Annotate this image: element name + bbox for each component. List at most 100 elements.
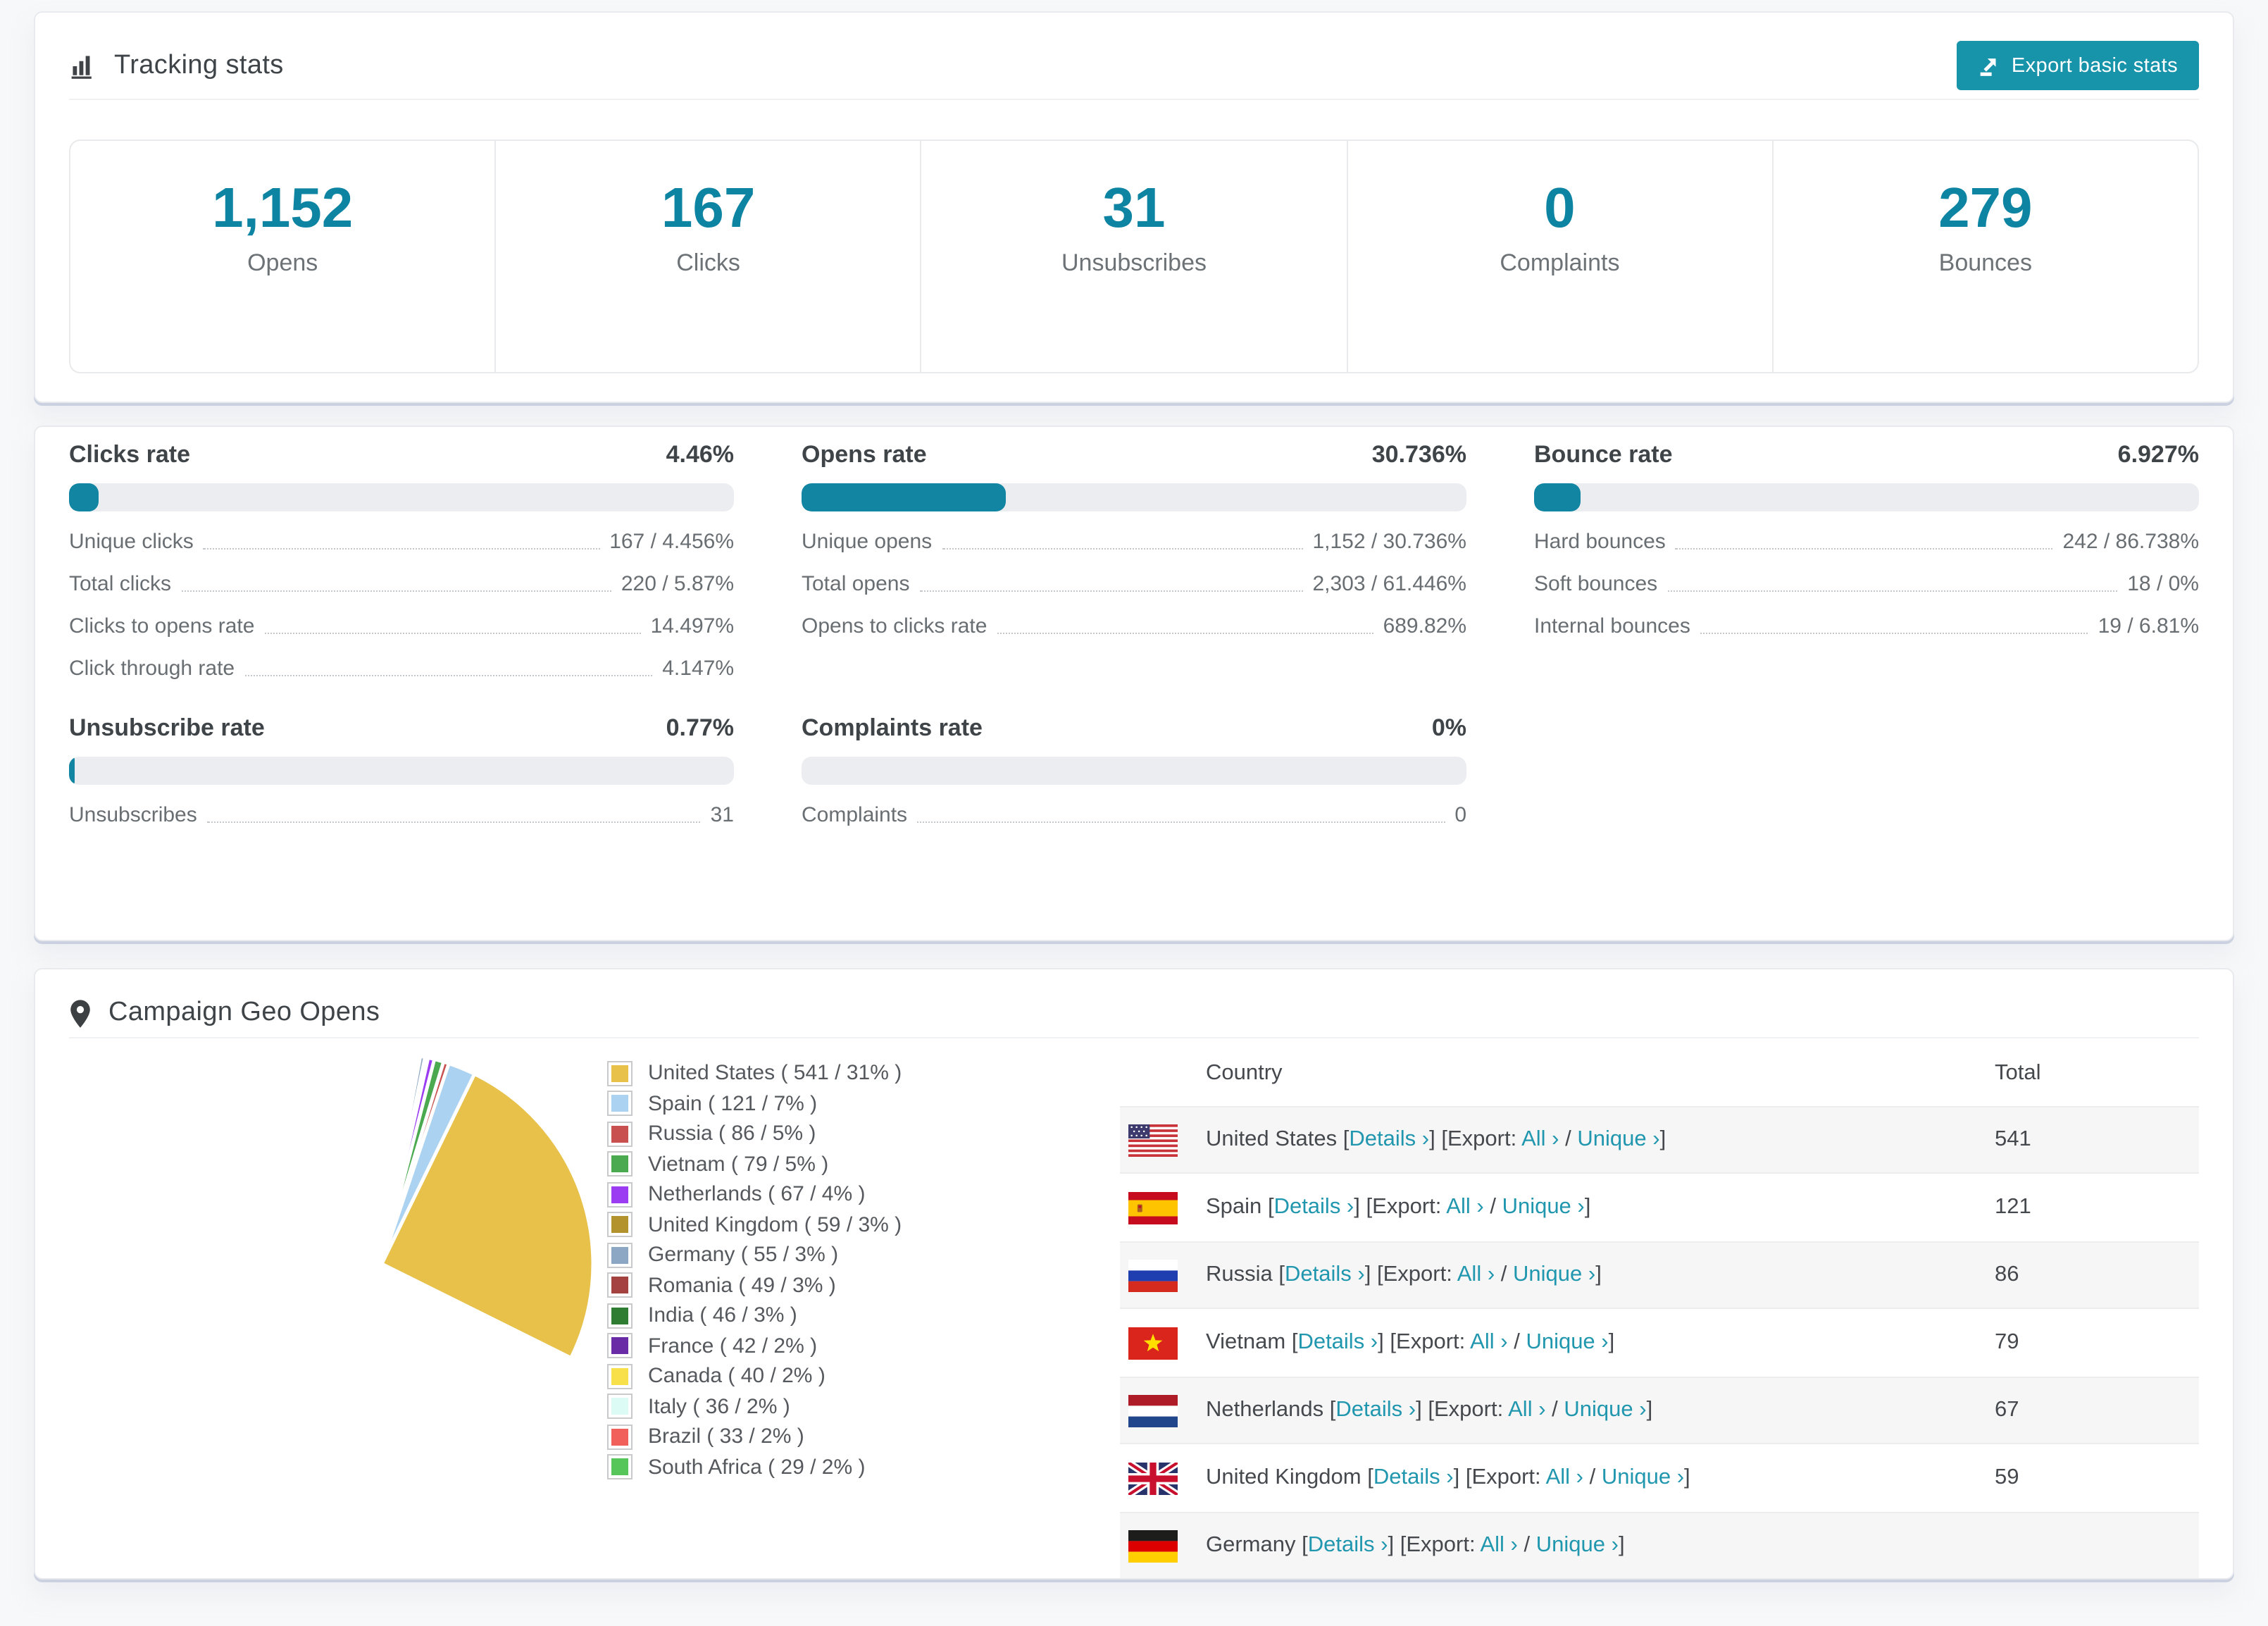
rate-detail-label: Unique clicks [69,530,194,554]
stat-label: Complaints [1500,249,1620,276]
rate-detail-row: Unsubscribes 31 [69,803,734,827]
country-flag-icon [1128,1394,1178,1427]
details-link[interactable]: Details › [1285,1262,1365,1286]
export-unique-link[interactable]: Unique › [1577,1127,1659,1151]
export-icon [1978,54,2000,77]
legend-swatch [607,1091,633,1117]
dotted-leader [244,675,653,676]
rate-detail-row: Complaints 0 [802,803,1466,827]
details-link[interactable]: Details › [1373,1465,1454,1489]
export-all-link[interactable]: All › [1446,1195,1483,1219]
progress-bar-fill [1534,483,1581,511]
export-unique-link[interactable]: Unique › [1502,1195,1585,1219]
rate-detail-label: Complaints [802,803,908,827]
rate-title: Unsubscribe rate [69,714,265,741]
export-unique-link[interactable]: Unique › [1513,1262,1595,1286]
stat-cell: 279 Bounces [1771,141,2198,372]
tracking-stats-card: Tracking stats Export basic stats 1,152 … [34,11,2234,403]
export-unique-link[interactable]: Unique › [1536,1533,1619,1557]
stat-value: 0 [1544,178,1576,240]
rate-value: 30.736% [1371,441,1466,468]
rate-detail-label: Soft bounces [1534,572,1658,596]
rate-detail-value: 167 / 4.456% [609,530,734,554]
legend-swatch [607,1242,633,1268]
legend-swatch [607,1424,633,1450]
details-link[interactable]: Details › [1335,1398,1416,1422]
export-unique-link[interactable]: Unique › [1564,1398,1646,1422]
legend-swatch [607,1333,633,1359]
legend-item: Romania ( 49 / 3% ) [604,1270,1069,1301]
export-basic-stats-button[interactable]: Export basic stats [1956,41,2199,90]
table-row: Netherlands [Details ›] [Export: All › /… [1120,1377,2199,1444]
legend-item: South Africa ( 29 / 2% ) [604,1452,1069,1482]
stat-cell: 0 Complaints [1346,141,1771,372]
country-name: Spain [1206,1195,1262,1219]
country-name: United States [1206,1127,1338,1151]
stat-cell: 31 Unsubscribes [920,141,1346,372]
legend-item: Netherlands ( 67 / 4% ) [604,1179,1069,1210]
legend-label: Netherlands ( 67 / 4% ) [648,1182,866,1207]
rate-detail-label: Hard bounces [1534,530,1666,554]
legend-item: India ( 46 / 3% ) [604,1301,1069,1331]
country-flag-icon [1128,1124,1178,1156]
rate-value: 4.46% [666,441,734,468]
table-row: Russia [Details ›] [Export: All › / Uniq… [1120,1241,2199,1309]
details-link[interactable]: Details › [1308,1533,1388,1557]
rate-block: Clicks rate 4.46% Unique clicks 167 / 4.… [69,438,734,681]
stat-value: 1,152 [212,178,354,240]
rate-detail-row: Total opens 2,303 / 61.446% [802,572,1466,596]
progress-bar [69,483,734,511]
legend-swatch [607,1272,633,1298]
export-all-link[interactable]: All › [1480,1533,1517,1557]
export-unique-link[interactable]: Unique › [1526,1330,1608,1354]
rate-detail-value: 4.147% [662,657,734,681]
rate-detail-label: Total clicks [69,572,172,596]
export-all-link[interactable]: All › [1508,1398,1545,1422]
legend-swatch [607,1212,633,1238]
rate-block: Complaints rate 0% Complaints 0 [802,712,1466,827]
country-name: Germany [1206,1533,1296,1557]
country-total: 79 [1995,1330,2019,1354]
geo-opens-header: Campaign Geo Opens [35,969,2233,1037]
country-flag-icon [1128,1259,1178,1291]
dotted-leader [1675,548,2053,550]
stat-label: Clicks [676,249,740,276]
details-link[interactable]: Details › [1349,1127,1429,1151]
legend-item: Spain ( 121 / 7% ) [604,1088,1069,1119]
progress-bar-fill [802,483,1007,511]
geo-opens-pie-chart [380,1050,595,1360]
bar-chart-icon [69,51,97,80]
legend-swatch [607,1151,633,1177]
rate-detail-row: Internal bounces 19 / 6.81% [1534,614,2199,638]
country-total: 121 [1995,1195,2031,1219]
geo-opens-title: Campaign Geo Opens [108,998,380,1027]
export-all-link[interactable]: All › [1457,1262,1495,1286]
rate-detail-label: Internal bounces [1534,614,1690,638]
progress-bar-fill [69,483,99,511]
legend-label: Brazil ( 33 / 2% ) [648,1425,804,1449]
legend-item: Russia ( 86 / 5% ) [604,1119,1069,1149]
export-all-link[interactable]: All › [1470,1330,1507,1354]
rate-block: Opens rate 30.736% Unique opens 1,152 / … [802,438,1466,681]
table-row: United States [Details ›] [Export: All ›… [1120,1106,2199,1174]
export-all-link[interactable]: All › [1546,1465,1583,1489]
rate-value: 0.77% [666,714,734,741]
details-link[interactable]: Details › [1297,1330,1378,1354]
stat-cell: 1,152 Opens [70,141,494,372]
rate-value: 0% [1431,714,1466,741]
stat-value: 167 [661,178,756,240]
details-link[interactable]: Details › [1274,1195,1354,1219]
country-total: 86 [1995,1262,2019,1286]
rate-detail-row: Total clicks 220 / 5.87% [69,572,734,596]
legend-item: France ( 42 / 2% ) [604,1331,1069,1361]
table-row: Germany [Details ›] [Export: All › / Uni… [1120,1512,2199,1578]
tracking-dashboard: Tracking stats Export basic stats 1,152 … [0,11,2268,1626]
geo-table: Country Total United States [Details ›] … [1120,1041,2199,1578]
export-unique-link[interactable]: Unique › [1602,1465,1684,1489]
rate-block: Bounce rate 6.927% Hard bounces 242 / 86… [1534,438,2199,681]
column-total: Total [1995,1061,2041,1085]
tracking-stats-header: Tracking stats Export basic stats [35,13,2233,99]
export-all-link[interactable]: All › [1521,1127,1559,1151]
rate-detail-value: 220 / 5.87% [621,572,734,596]
rate-detail-row: Unique clicks 167 / 4.456% [69,530,734,554]
